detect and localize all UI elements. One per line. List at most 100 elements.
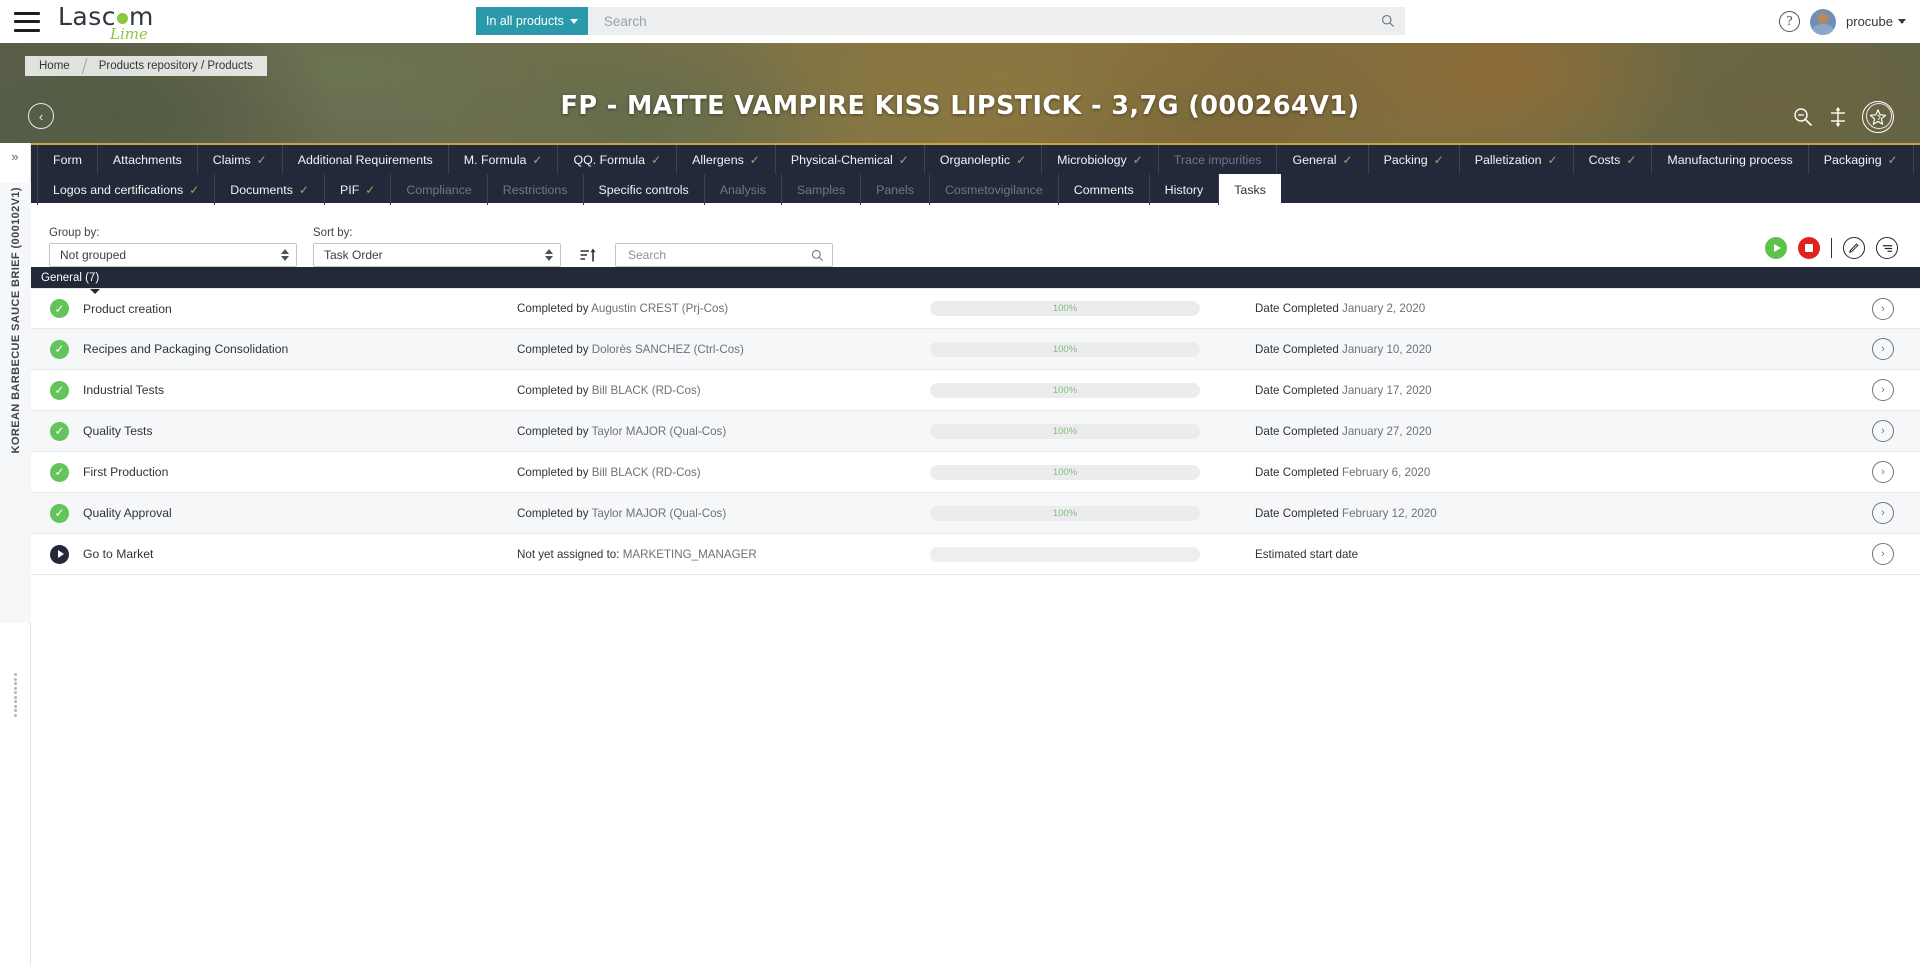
- task-date-label: Date Completed: [1255, 384, 1339, 397]
- task-detail-chevron-icon[interactable]: ›: [1872, 502, 1894, 524]
- task-date: Date Completed February 6, 2020: [1255, 466, 1430, 479]
- tab-label: Manufacturing process: [1667, 153, 1792, 167]
- task-progress-label: 100%: [1053, 344, 1077, 355]
- favorite-star-icon[interactable]: [1862, 101, 1894, 133]
- task-date-label: Estimated start date: [1255, 548, 1358, 561]
- task-detail-chevron-icon[interactable]: ›: [1872, 543, 1894, 565]
- tab-palletization[interactable]: Palletization✓: [1460, 145, 1574, 174]
- tab-allergens[interactable]: Allergens✓: [677, 145, 776, 174]
- zoom-out-icon[interactable]: [1792, 106, 1814, 128]
- task-row[interactable]: ✓Quality ApprovalCompleted by Taylor MAJ…: [31, 493, 1920, 534]
- tab-label: Panels: [876, 183, 914, 197]
- tab-form[interactable]: Form: [37, 145, 98, 174]
- tab-label: Physical-Chemical: [791, 153, 893, 167]
- tab-label: Attachments: [113, 153, 182, 167]
- search-icon: [811, 249, 824, 262]
- avatar[interactable]: [1810, 9, 1836, 35]
- task-detail-chevron-icon[interactable]: ›: [1872, 338, 1894, 360]
- task-row[interactable]: ✓Industrial TestsCompleted by Bill BLACK…: [31, 370, 1920, 411]
- compare-icon[interactable]: [1828, 106, 1848, 128]
- tab-logos-and-certifications[interactable]: Logos and certifications✓: [37, 174, 215, 205]
- task-date-label: Date Completed: [1255, 425, 1339, 438]
- breadcrumb-item-products[interactable]: Products repository / Products: [85, 56, 267, 76]
- tab-analysis: Analysis: [705, 174, 782, 205]
- tab-comments[interactable]: Comments: [1059, 174, 1150, 205]
- task-group-header[interactable]: General (7): [31, 267, 1920, 288]
- brand-logo[interactable]: Lascm Lime: [58, 4, 154, 42]
- tab-pif[interactable]: PIF✓: [325, 174, 391, 205]
- tab-packaging[interactable]: Packaging✓: [1809, 145, 1914, 174]
- check-icon: ✓: [1626, 154, 1636, 166]
- edit-task-button[interactable]: [1843, 237, 1865, 259]
- check-icon: ✓: [532, 154, 542, 166]
- task-assignee-prefix: Completed by: [517, 466, 589, 479]
- tab-label: Logos and certifications: [53, 183, 183, 197]
- stop-task-button[interactable]: [1798, 237, 1820, 259]
- tab-general[interactable]: General✓: [1277, 145, 1368, 174]
- task-progress-bar: 100%: [930, 506, 1200, 521]
- task-name: First Production: [83, 465, 403, 479]
- tab-packing[interactable]: Packing ✓: [1369, 145, 1460, 174]
- task-assignee: Completed by Dolorès SANCHEZ (Ctrl-Cos): [517, 343, 744, 356]
- task-detail-chevron-icon[interactable]: ›: [1872, 379, 1894, 401]
- expand-sidebar-icon[interactable]: »: [0, 143, 30, 169]
- tab-additional-requirements[interactable]: Additional Requirements: [283, 145, 449, 174]
- task-search-field[interactable]: [615, 243, 833, 267]
- task-progress-bar: 100%: [930, 342, 1200, 357]
- user-menu[interactable]: procube: [1846, 14, 1906, 29]
- tab-history[interactable]: History: [1150, 174, 1220, 205]
- check-icon: ✓: [1548, 154, 1558, 166]
- task-search-input[interactable]: [626, 247, 811, 263]
- tab-microbiology[interactable]: Microbiology✓: [1042, 145, 1159, 174]
- tab-manufacturing-process[interactable]: Manufacturing process: [1652, 145, 1808, 174]
- task-group-label: General (7): [41, 272, 99, 284]
- tab-label: QQ. Formula: [573, 153, 645, 167]
- breadcrumb: Home Products repository / Products: [25, 56, 267, 76]
- task-row[interactable]: ✓Quality TestsCompleted by Taylor MAJOR …: [31, 411, 1920, 452]
- tab-labelling[interactable]: Labelling✓: [1914, 145, 1920, 174]
- filter-tasks-button[interactable]: [1876, 237, 1898, 259]
- help-icon[interactable]: ?: [1779, 11, 1800, 32]
- tab-m-formula[interactable]: M. Formula✓: [449, 145, 559, 174]
- select-spinner-icon: [545, 249, 553, 261]
- sort-ascending-icon[interactable]: [577, 243, 599, 267]
- tab-panels: Panels: [861, 174, 930, 205]
- tab-specific-controls[interactable]: Specific controls: [584, 174, 705, 205]
- hamburger-menu-icon[interactable]: [14, 12, 40, 32]
- tab-tasks[interactable]: Tasks: [1219, 174, 1281, 205]
- tab-label: Packing: [1384, 153, 1428, 167]
- sort-by-select[interactable]: Task Order: [313, 243, 561, 267]
- username-label: procube: [1846, 14, 1893, 29]
- tab-claims[interactable]: Claims✓: [198, 145, 283, 174]
- tab-label: Allergens: [692, 153, 744, 167]
- search-field[interactable]: [588, 7, 1405, 35]
- task-assignee-name: Taylor MAJOR (Qual-Cos): [592, 507, 727, 520]
- task-detail-chevron-icon[interactable]: ›: [1872, 298, 1894, 320]
- start-task-button[interactable]: [1765, 237, 1787, 259]
- search-input[interactable]: [602, 13, 1381, 30]
- search-scope-dropdown[interactable]: In all products: [476, 7, 588, 35]
- task-detail-chevron-icon[interactable]: ›: [1872, 420, 1894, 442]
- breadcrumb-item-home[interactable]: Home: [25, 56, 84, 76]
- tab-attachments[interactable]: Attachments: [98, 145, 198, 174]
- chevron-down-icon: [570, 19, 578, 24]
- tab-physical-chemical[interactable]: Physical-Chemical✓: [776, 145, 925, 174]
- tab-qq-formula[interactable]: QQ. Formula✓: [558, 145, 677, 174]
- task-row[interactable]: ✓First ProductionCompleted by Bill BLACK…: [31, 452, 1920, 493]
- task-row[interactable]: Go to MarketNot yet assigned to: MARKETI…: [31, 534, 1920, 575]
- task-row[interactable]: ✓Product creationCompleted by Augustin C…: [31, 288, 1920, 329]
- pencil-icon: [1848, 242, 1860, 254]
- check-icon: ✓: [1434, 154, 1444, 166]
- tab-organoleptic[interactable]: Organoleptic✓: [925, 145, 1042, 174]
- task-row[interactable]: ✓Recipes and Packaging ConsolidationComp…: [31, 329, 1920, 370]
- task-assignee: Not yet assigned to: MARKETING_MANAGER: [517, 548, 757, 561]
- tab-documents[interactable]: Documents✓: [215, 174, 325, 205]
- task-detail-chevron-icon[interactable]: ›: [1872, 461, 1894, 483]
- previous-record-button[interactable]: ‹: [28, 103, 54, 129]
- rail-drag-handle[interactable]: [14, 673, 18, 717]
- tab-costs[interactable]: Costs✓: [1574, 145, 1653, 174]
- task-assignee-name: MARKETING_MANAGER: [623, 548, 757, 561]
- sidebar-item-linked-document[interactable]: KOREAN BARBECUE SAUCE BRIEF (000102V1): [0, 183, 31, 623]
- task-date: Date Completed January 27, 2020: [1255, 425, 1432, 438]
- group-by-select[interactable]: Not grouped: [49, 243, 297, 267]
